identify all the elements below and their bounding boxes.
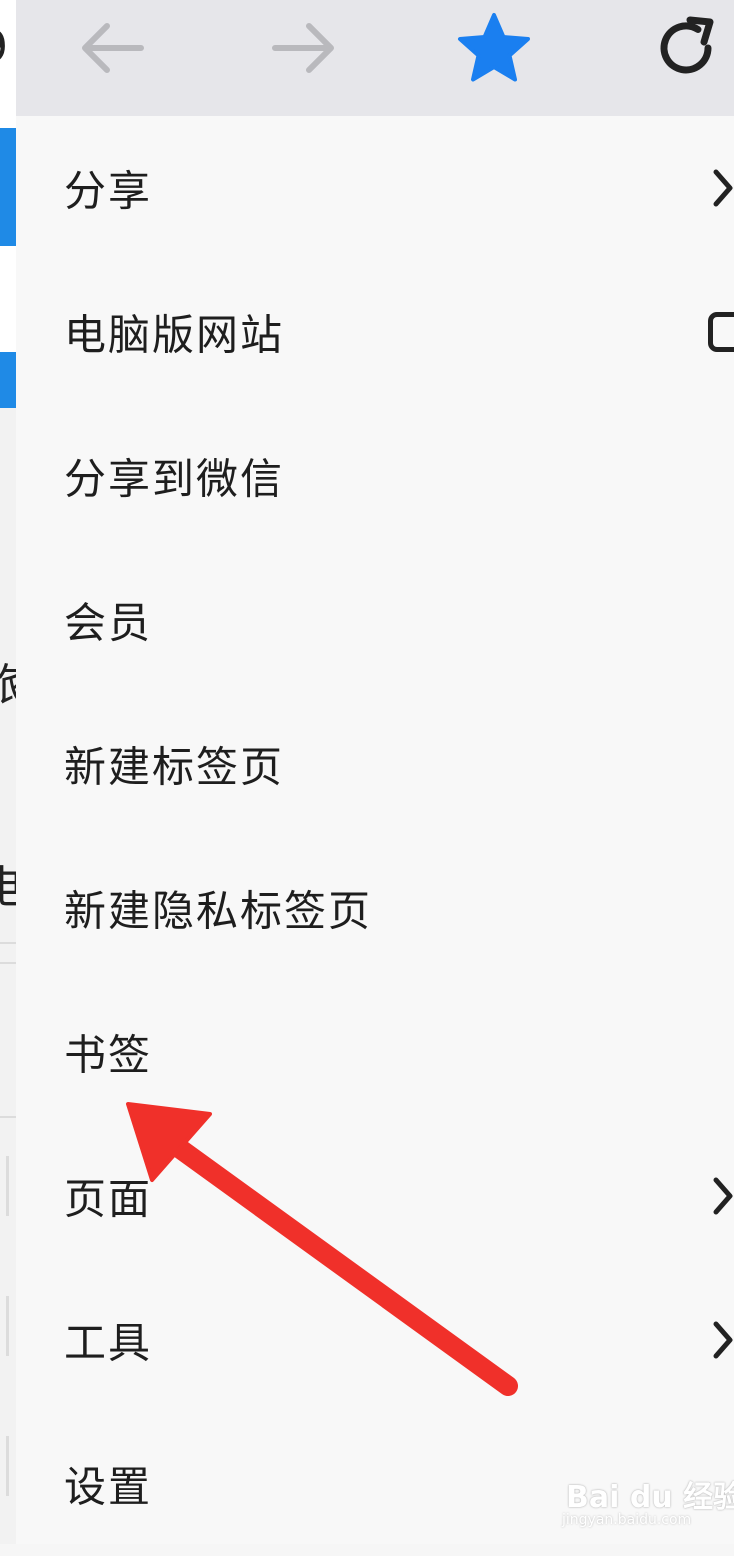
watermark-url: jingyan.baidu.com — [562, 1512, 692, 1528]
background-text-top: 9 — [0, 26, 8, 70]
desktop-site-checkbox[interactable] — [708, 312, 734, 352]
background-text-middle: 旅 — [0, 664, 16, 708]
menu-item-label: 会员 — [64, 598, 153, 648]
back-button[interactable] — [52, 0, 172, 96]
background-divider — [0, 942, 16, 944]
background-banner-bottom — [0, 352, 16, 408]
forward-button[interactable] — [244, 0, 364, 96]
menu-toolbar — [16, 0, 734, 116]
arrow-left-icon — [82, 23, 144, 73]
background-strip — [0, 246, 16, 352]
menu-list: 分享 电脑版网站 分享到微信 会员 新建标签页 新建隐私标签页 书签 页面 工具… — [16, 116, 734, 1556]
menu-item-desktop-site[interactable]: 电脑版网站 — [16, 260, 734, 404]
reload-button[interactable] — [626, 0, 734, 96]
browser-menu: 分享 电脑版网站 分享到微信 会员 新建标签页 新建隐私标签页 书签 页面 工具… — [16, 0, 734, 1544]
menu-item-label: 新建隐私标签页 — [64, 886, 373, 936]
menu-item-membership[interactable]: 会员 — [16, 548, 734, 692]
chevron-right-icon — [713, 169, 733, 207]
menu-item-label: 工具 — [64, 1318, 153, 1368]
background-divider — [0, 962, 16, 964]
star-icon — [458, 13, 530, 82]
menu-item-share-wechat[interactable]: 分享到微信 — [16, 404, 734, 548]
chevron-right-icon — [713, 1177, 733, 1215]
background-scroll-mark — [6, 1156, 9, 1216]
background-banner-top — [0, 128, 16, 246]
background-text-lower: 电 — [0, 866, 16, 910]
menu-item-label: 设置 — [64, 1462, 153, 1512]
background-divider — [0, 1116, 16, 1118]
menu-item-bookmarks[interactable]: 书签 — [16, 980, 734, 1124]
menu-item-label: 分享 — [64, 166, 153, 216]
menu-item-share[interactable]: 分享 — [16, 116, 734, 260]
watermark: Bai du 经验 jingyan.baidu.com — [560, 1462, 734, 1534]
arrow-right-icon — [272, 23, 334, 73]
menu-item-new-private-tab[interactable]: 新建隐私标签页 — [16, 836, 734, 980]
background-scroll-mark — [6, 1296, 9, 1356]
chevron-right-icon — [713, 1321, 733, 1359]
menu-item-page[interactable]: 页面 — [16, 1124, 734, 1268]
menu-item-label: 分享到微信 — [64, 454, 285, 504]
background-page: 9 旅 电 — [0, 0, 16, 1544]
menu-item-label: 书签 — [64, 1030, 153, 1080]
menu-item-label: 页面 — [64, 1174, 153, 1224]
bookmark-star-button[interactable] — [434, 0, 554, 96]
menu-item-label: 电脑版网站 — [64, 310, 285, 360]
watermark-logo-text: Bai du 经验 — [566, 1480, 734, 1515]
background-scroll-mark — [6, 1436, 9, 1496]
menu-item-tools[interactable]: 工具 — [16, 1268, 734, 1412]
menu-item-label: 新建标签页 — [64, 742, 285, 792]
reload-icon — [660, 16, 714, 74]
menu-item-new-tab[interactable]: 新建标签页 — [16, 692, 734, 836]
